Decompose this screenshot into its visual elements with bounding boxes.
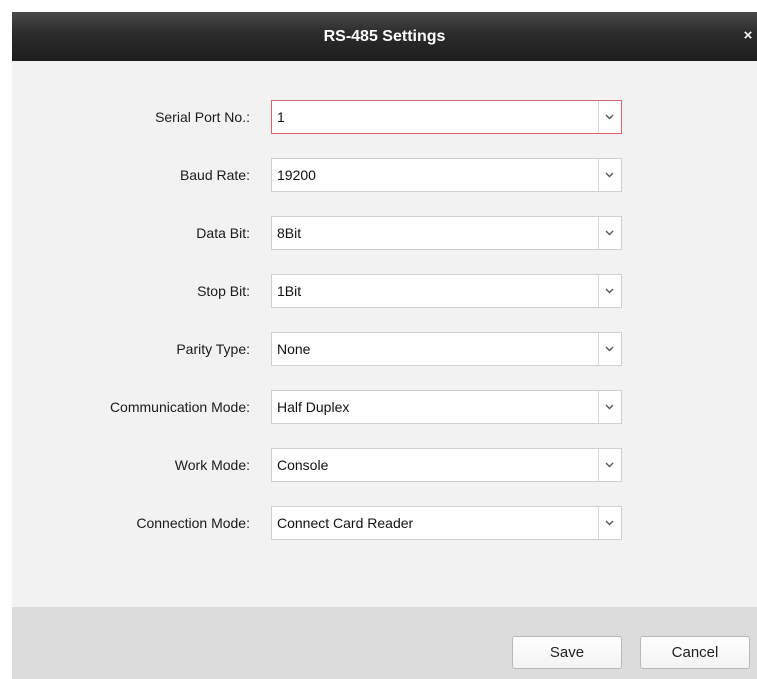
stop-bit-select[interactable]: 1Bit: [271, 274, 622, 308]
serial-port-select[interactable]: 1: [271, 100, 622, 134]
settings-form: Serial Port No.: 1 Baud Rate: 19200 Data…: [12, 61, 757, 607]
connection-mode-select[interactable]: Connect Card Reader: [271, 506, 622, 540]
chevron-down-icon[interactable]: [598, 159, 621, 191]
work-mode-row: Work Mode: Console: [12, 448, 757, 482]
baud-rate-row: Baud Rate: 19200: [12, 158, 757, 192]
serial-port-value: 1: [277, 109, 285, 125]
work-mode-select[interactable]: Console: [271, 448, 622, 482]
serial-port-row: Serial Port No.: 1: [12, 100, 757, 134]
chevron-down-icon[interactable]: [598, 275, 621, 307]
save-button[interactable]: Save: [512, 636, 622, 669]
dialog-footer: Save Cancel: [12, 607, 757, 679]
data-bit-label: Data Bit:: [196, 225, 250, 241]
dialog-title: RS-485 Settings: [323, 28, 446, 45]
stop-bit-label: Stop Bit:: [197, 283, 250, 299]
chevron-down-icon[interactable]: [598, 101, 621, 133]
communication-mode-row: Communication Mode: Half Duplex: [12, 390, 757, 424]
title-bar[interactable]: RS-485 Settings ×: [12, 12, 757, 61]
baud-rate-select[interactable]: 19200: [271, 158, 622, 192]
parity-type-label: Parity Type:: [176, 341, 250, 357]
close-icon[interactable]: ×: [741, 28, 755, 44]
rs485-settings-dialog: RS-485 Settings × Serial Port No.: 1 Bau…: [12, 12, 757, 679]
parity-type-select[interactable]: None: [271, 332, 622, 366]
connection-mode-value: Connect Card Reader: [277, 515, 414, 531]
chevron-down-icon[interactable]: [598, 507, 621, 539]
connection-mode-label: Connection Mode:: [136, 515, 250, 531]
communication-mode-label: Communication Mode:: [109, 399, 250, 415]
communication-mode-value: Half Duplex: [277, 399, 350, 415]
chevron-down-icon[interactable]: [598, 449, 621, 481]
chevron-down-icon[interactable]: [598, 217, 621, 249]
data-bit-row: Data Bit: 8Bit: [12, 216, 757, 250]
communication-mode-select[interactable]: Half Duplex: [271, 390, 622, 424]
data-bit-select[interactable]: 8Bit: [271, 216, 622, 250]
baud-rate-label: Baud Rate:: [179, 167, 250, 183]
parity-type-value: None: [277, 341, 311, 357]
chevron-down-icon[interactable]: [598, 333, 621, 365]
baud-rate-value: 19200: [277, 167, 316, 183]
connection-mode-row: Connection Mode: Connect Card Reader: [12, 506, 757, 540]
cancel-button[interactable]: Cancel: [640, 636, 750, 669]
serial-port-label: Serial Port No.:: [155, 109, 250, 125]
stop-bit-row: Stop Bit: 1Bit: [12, 274, 757, 308]
work-mode-label: Work Mode:: [174, 457, 250, 473]
stop-bit-value: 1Bit: [277, 283, 302, 299]
work-mode-value: Console: [277, 457, 329, 473]
parity-type-row: Parity Type: None: [12, 332, 757, 366]
chevron-down-icon[interactable]: [598, 391, 621, 423]
data-bit-value: 8Bit: [277, 225, 302, 241]
